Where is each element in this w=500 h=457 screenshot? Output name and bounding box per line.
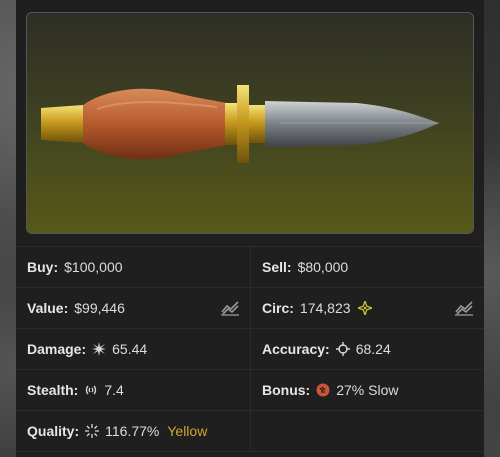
stat-label: Buy: <box>27 259 59 275</box>
stats-row: Damage: 65.44 Accuracy: 68.24 <box>16 329 484 370</box>
dagger-knife-image <box>41 85 439 163</box>
slow-bonus-icon <box>316 383 330 397</box>
stat-value: $100,000 <box>64 259 123 275</box>
star-sparkle-icon <box>357 301 372 315</box>
stat-value: $99,446 <box>74 300 125 316</box>
stats-row: Stealth: 7.4 Bonus: 27% Slow <box>16 370 484 411</box>
stat-value: 7.4 <box>104 382 124 398</box>
stat-sell: Sell: $80,000 <box>250 247 484 287</box>
empty-cell <box>250 411 484 451</box>
stat-label: Damage: <box>27 341 87 357</box>
stat-value: 116.77% <box>105 423 160 439</box>
crosshair-icon <box>335 342 350 356</box>
stat-value-market: Value: $99,446 <box>16 288 250 328</box>
stat-value: 65.44 <box>112 341 148 357</box>
trend-chart-icon[interactable] <box>454 300 474 316</box>
sound-waves-icon <box>86 385 97 395</box>
stat-label: Stealth: <box>27 382 79 398</box>
stats-grid: Buy: $100,000 Sell: $80,000 Value: $99,4… <box>16 246 484 452</box>
stat-quality: Quality: 116.77% Yellow <box>16 411 250 451</box>
stat-bonus: Bonus: 27% Slow <box>250 370 484 410</box>
stat-value: $80,000 <box>297 259 349 275</box>
stat-label: Value: <box>27 300 69 316</box>
stat-damage: Damage: 65.44 <box>16 329 250 369</box>
stat-accuracy: Accuracy: 68.24 <box>250 329 484 369</box>
stat-label: Circ: <box>262 300 294 316</box>
stat-stealth: Stealth: 7.4 <box>16 370 250 410</box>
stat-circulation: Circ: 174,823 <box>250 288 484 328</box>
quality-tier: Yellow <box>167 423 208 439</box>
stat-label: Sell: <box>262 259 292 275</box>
stat-label: Quality: <box>27 423 80 439</box>
stat-buy: Buy: $100,000 <box>16 247 250 287</box>
stat-value: 27% Slow <box>336 382 399 398</box>
stats-row: Quality: 116.77% Yellow <box>16 411 484 452</box>
trend-chart-icon[interactable] <box>220 300 240 316</box>
item-panel: Buy: $100,000 Sell: $80,000 Value: $99,4… <box>16 0 484 457</box>
stat-label: Bonus: <box>262 382 311 398</box>
item-image-frame <box>26 12 474 234</box>
sparkle-icon <box>85 424 100 438</box>
stat-label: Accuracy: <box>262 341 330 357</box>
burst-icon <box>92 342 107 356</box>
stats-row: Buy: $100,000 Sell: $80,000 <box>16 247 484 288</box>
stats-row: Value: $99,446 Circ: 174,823 <box>16 288 484 329</box>
stat-value: 68.24 <box>355 341 391 357</box>
stat-value: 174,823 <box>299 300 351 316</box>
